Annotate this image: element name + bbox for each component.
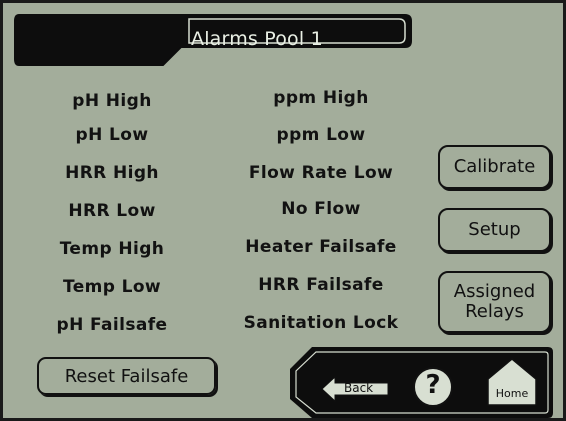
calibrate-button[interactable]: Calibrate	[438, 145, 551, 189]
alarm-sanitation-lock: Sanitation Lock	[243, 313, 399, 333]
question-icon: ?	[425, 370, 441, 400]
alarms-screen: Alarms Pool 1 pH High pH Low HRR High HR…	[0, 0, 566, 421]
alarm-hrr-low: HRR Low	[68, 201, 156, 221]
alarm-hrr-failsafe: HRR Failsafe	[258, 275, 384, 295]
nav-panel: Back ? Home	[286, 343, 556, 421]
alarm-ph-high: pH High	[72, 91, 152, 111]
back-button[interactable]: Back	[322, 376, 390, 402]
home-button[interactable]: Home	[486, 357, 538, 407]
alarm-no-flow: No Flow	[281, 199, 361, 219]
alarm-temp-high: Temp High	[59, 239, 165, 259]
back-label: Back	[344, 381, 374, 395]
alarm-ppm-high: ppm High	[273, 88, 369, 108]
alarm-ph-low: pH Low	[75, 125, 149, 145]
alarm-heater-failsafe: Heater Failsafe	[245, 237, 397, 257]
home-label: Home	[495, 387, 529, 400]
help-button[interactable]: ?	[412, 366, 454, 408]
page-title: Alarms Pool 1	[191, 28, 323, 50]
alarm-temp-low: Temp Low	[62, 277, 162, 297]
setup-button[interactable]: Setup	[438, 208, 551, 252]
alarm-ppm-low: ppm Low	[276, 125, 366, 145]
alarm-hrr-high: HRR High	[65, 163, 159, 183]
alarm-flow-rate-low: Flow Rate Low	[248, 163, 394, 183]
title-banner: Alarms Pool 1	[13, 13, 413, 67]
assigned-relays-button[interactable]: Assigned Relays	[438, 271, 551, 333]
reset-failsafe-button[interactable]: Reset Failsafe	[37, 357, 216, 395]
alarm-ph-failsafe: pH Failsafe	[56, 315, 168, 335]
